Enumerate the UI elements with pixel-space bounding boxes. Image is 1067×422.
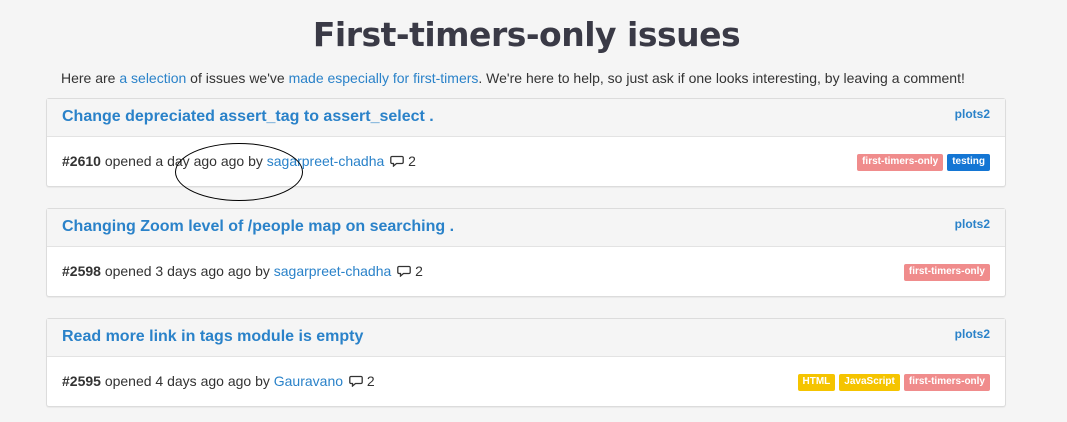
first-timers-link[interactable]: made especially for first-timers bbox=[289, 70, 479, 86]
issue-title-link[interactable]: Change depreciated assert_tag to assert_… bbox=[62, 108, 434, 126]
issue-number: #2595 bbox=[62, 373, 101, 389]
comment-count: 2 bbox=[366, 373, 375, 389]
comment-icon bbox=[390, 155, 405, 167]
author-link[interactable]: sagarpreet-chadha bbox=[267, 153, 385, 169]
repo-link[interactable]: plots2 bbox=[955, 327, 990, 341]
issue-card: Change depreciated assert_tag to assert_… bbox=[46, 98, 1006, 187]
comment-icon bbox=[397, 265, 412, 277]
repo-link[interactable]: plots2 bbox=[955, 107, 990, 121]
intro-middle: of issues we've bbox=[186, 70, 289, 86]
issue-number: #2610 bbox=[62, 153, 101, 169]
intro-suffix: . We're here to help, so just ask if one… bbox=[478, 70, 965, 86]
issue-card: Read more link in tags module is empty p… bbox=[46, 318, 1006, 407]
issue-card: Changing Zoom level of /people map on se… bbox=[46, 208, 1006, 297]
issue-card-body: #2595 opened 4 days ago ago by Gauravano… bbox=[47, 357, 1005, 406]
author-link[interactable]: Gauravano bbox=[274, 373, 343, 389]
issue-label[interactable]: testing bbox=[947, 154, 990, 171]
issue-label[interactable]: JavaScript bbox=[839, 374, 900, 391]
issue-meta: #2595 opened 4 days ago ago by Gauravano… bbox=[62, 373, 375, 389]
selection-link[interactable]: a selection bbox=[119, 70, 186, 86]
comment-icon bbox=[349, 375, 363, 387]
issue-title-link[interactable]: Read more link in tags module is empty bbox=[62, 328, 363, 346]
issue-label[interactable]: HTML bbox=[797, 374, 836, 391]
issue-meta: #2610 opened a day ago ago by sagarpreet… bbox=[62, 153, 416, 169]
comment-count: 2 bbox=[415, 263, 423, 279]
issue-card-header: Change depreciated assert_tag to assert_… bbox=[47, 99, 1005, 137]
page-title: First-timers-only issues bbox=[312, 15, 741, 54]
issue-title-link[interactable]: Changing Zoom level of /people map on se… bbox=[62, 218, 454, 236]
author-link[interactable]: sagarpreet-chadha bbox=[274, 263, 392, 279]
issue-labels: HTML JavaScript first-timers-only bbox=[797, 374, 990, 391]
issue-label[interactable]: first-timers-only bbox=[857, 154, 944, 171]
intro-prefix: Here are bbox=[61, 70, 120, 86]
issue-card-body: #2610 opened a day ago ago by sagarpreet… bbox=[47, 137, 1005, 186]
issue-labels: first-timers-only testing bbox=[857, 154, 990, 171]
issue-labels: first-timers-only bbox=[903, 264, 990, 281]
issue-label[interactable]: first-timers-only bbox=[903, 264, 990, 281]
issue-label[interactable]: first-timers-only bbox=[903, 374, 990, 391]
repo-link[interactable]: plots2 bbox=[955, 217, 990, 231]
issue-card-header: Read more link in tags module is empty p… bbox=[47, 319, 1005, 357]
issue-number: #2598 bbox=[62, 263, 101, 279]
issue-meta: #2598 opened 3 days ago ago by sagarpree… bbox=[62, 263, 423, 279]
issue-card-body: #2598 opened 3 days ago ago by sagarpree… bbox=[47, 247, 1005, 296]
intro-text: Here are a selection of issues we've mad… bbox=[61, 70, 965, 86]
issue-opened-text: opened 3 days ago ago by bbox=[100, 263, 274, 279]
issue-opened-text: opened 4 days ago ago by bbox=[100, 373, 274, 389]
comment-count: 2 bbox=[408, 153, 416, 169]
issue-card-header: Changing Zoom level of /people map on se… bbox=[47, 209, 1005, 247]
issue-opened-text: opened a day ago ago by bbox=[100, 153, 267, 169]
